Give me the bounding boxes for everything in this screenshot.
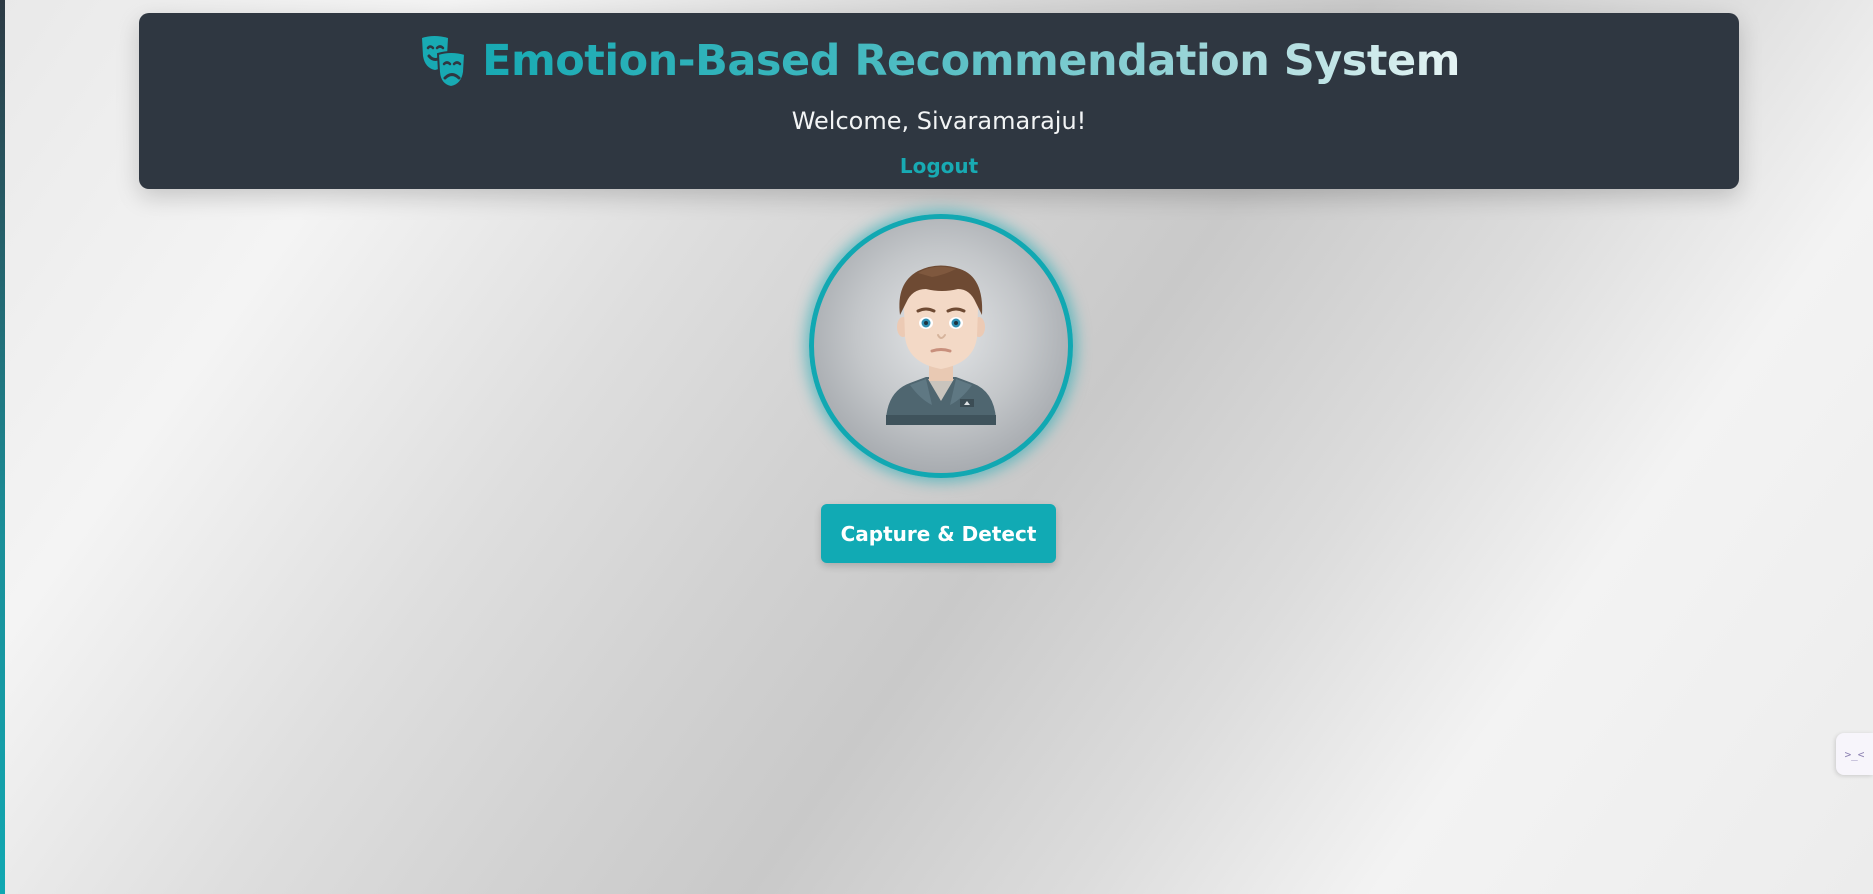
theater-masks-icon [418,34,468,89]
title-row: Emotion-Based Recommendation System [139,31,1739,91]
welcome-message: Welcome, Sivaramaraju! [791,107,1087,135]
avatar-preview [809,214,1073,478]
app-header: Emotion-Based Recommendation System Welc… [139,13,1739,189]
user-avatar-icon [886,265,996,425]
app-title: Emotion-Based Recommendation System [482,36,1460,86]
logout-link[interactable]: Logout [900,154,978,178]
chat-widget-icon[interactable]: >_< [1836,733,1873,775]
left-edge-bar [0,0,5,894]
chat-widget-glyph: >_< [1844,747,1865,761]
logout-link-row: Logout [139,154,1739,178]
capture-detect-button[interactable]: Capture & Detect [821,504,1056,563]
